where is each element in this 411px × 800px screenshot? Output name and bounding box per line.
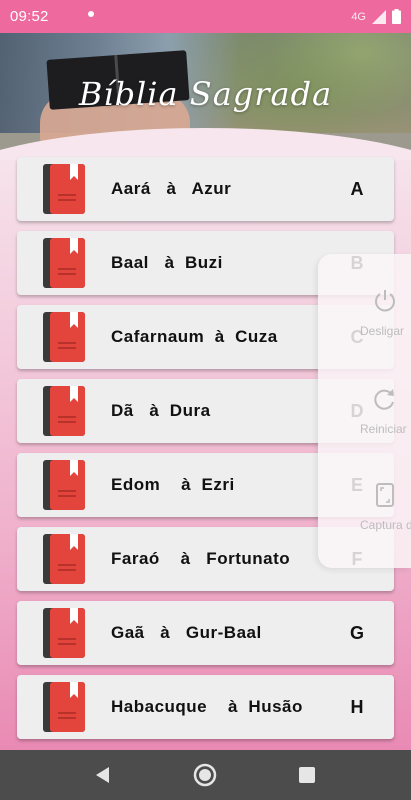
- item-label: Cafarnaum à Cuza: [111, 327, 278, 346]
- item-label: Gaã à Gur-Baal: [111, 623, 262, 642]
- restart-option[interactable]: Reiniciar: [318, 352, 411, 442]
- power-off-label: Desligar: [360, 324, 405, 338]
- book-icon: [43, 460, 85, 510]
- list-item[interactable]: Gaã à Gur-Baal G: [17, 601, 394, 665]
- power-icon: [375, 290, 395, 312]
- book-icon: [43, 534, 85, 584]
- book-icon: [43, 238, 85, 288]
- item-letter: G: [349, 622, 364, 643]
- screenshot-icon: [376, 483, 394, 507]
- home-icon[interactable]: [192, 762, 218, 788]
- status-bar: 09:52 4G: [0, 0, 411, 33]
- header-banner: Bíblia Sagrada: [0, 33, 411, 160]
- list-item[interactable]: Aará à Azur A: [17, 157, 394, 221]
- restart-label: Reiniciar: [360, 422, 407, 436]
- item-label: Habacuque à Husão: [111, 697, 303, 716]
- screenshot-label: Captura de: [360, 518, 411, 532]
- battery-icon: [392, 9, 401, 24]
- status-time: 09:52: [10, 8, 49, 25]
- notification-dot-icon: [88, 11, 94, 17]
- item-letter: H: [350, 696, 364, 717]
- restart-icon: [374, 389, 394, 410]
- navigation-bar: [0, 750, 411, 800]
- power-menu: Desligar Reiniciar Captura de: [318, 254, 411, 568]
- back-icon[interactable]: [90, 762, 116, 788]
- signal-icon: [372, 9, 386, 24]
- book-icon: [43, 608, 85, 658]
- power-off-option[interactable]: Desligar: [318, 254, 411, 344]
- book-icon: [43, 682, 85, 732]
- item-label: Dã à Dura: [111, 401, 211, 420]
- list-item[interactable]: Habacuque à Husão H: [17, 675, 394, 739]
- app-title: Bíblia Sagrada: [78, 75, 333, 113]
- status-icons: 4G: [351, 0, 401, 33]
- book-icon: [43, 386, 85, 436]
- book-icon: [43, 164, 85, 214]
- recents-icon[interactable]: [294, 762, 320, 788]
- book-icon: [43, 312, 85, 362]
- screenshot-option[interactable]: Captura de: [318, 448, 411, 538]
- item-label: Aará à Azur: [111, 179, 232, 198]
- item-letter: A: [350, 178, 364, 199]
- item-label: Edom à Ezri: [111, 475, 235, 494]
- item-label: Faraó à Fortunato: [111, 549, 291, 568]
- network-type: 4G: [351, 10, 366, 23]
- item-label: Baal à Buzi: [111, 253, 223, 272]
